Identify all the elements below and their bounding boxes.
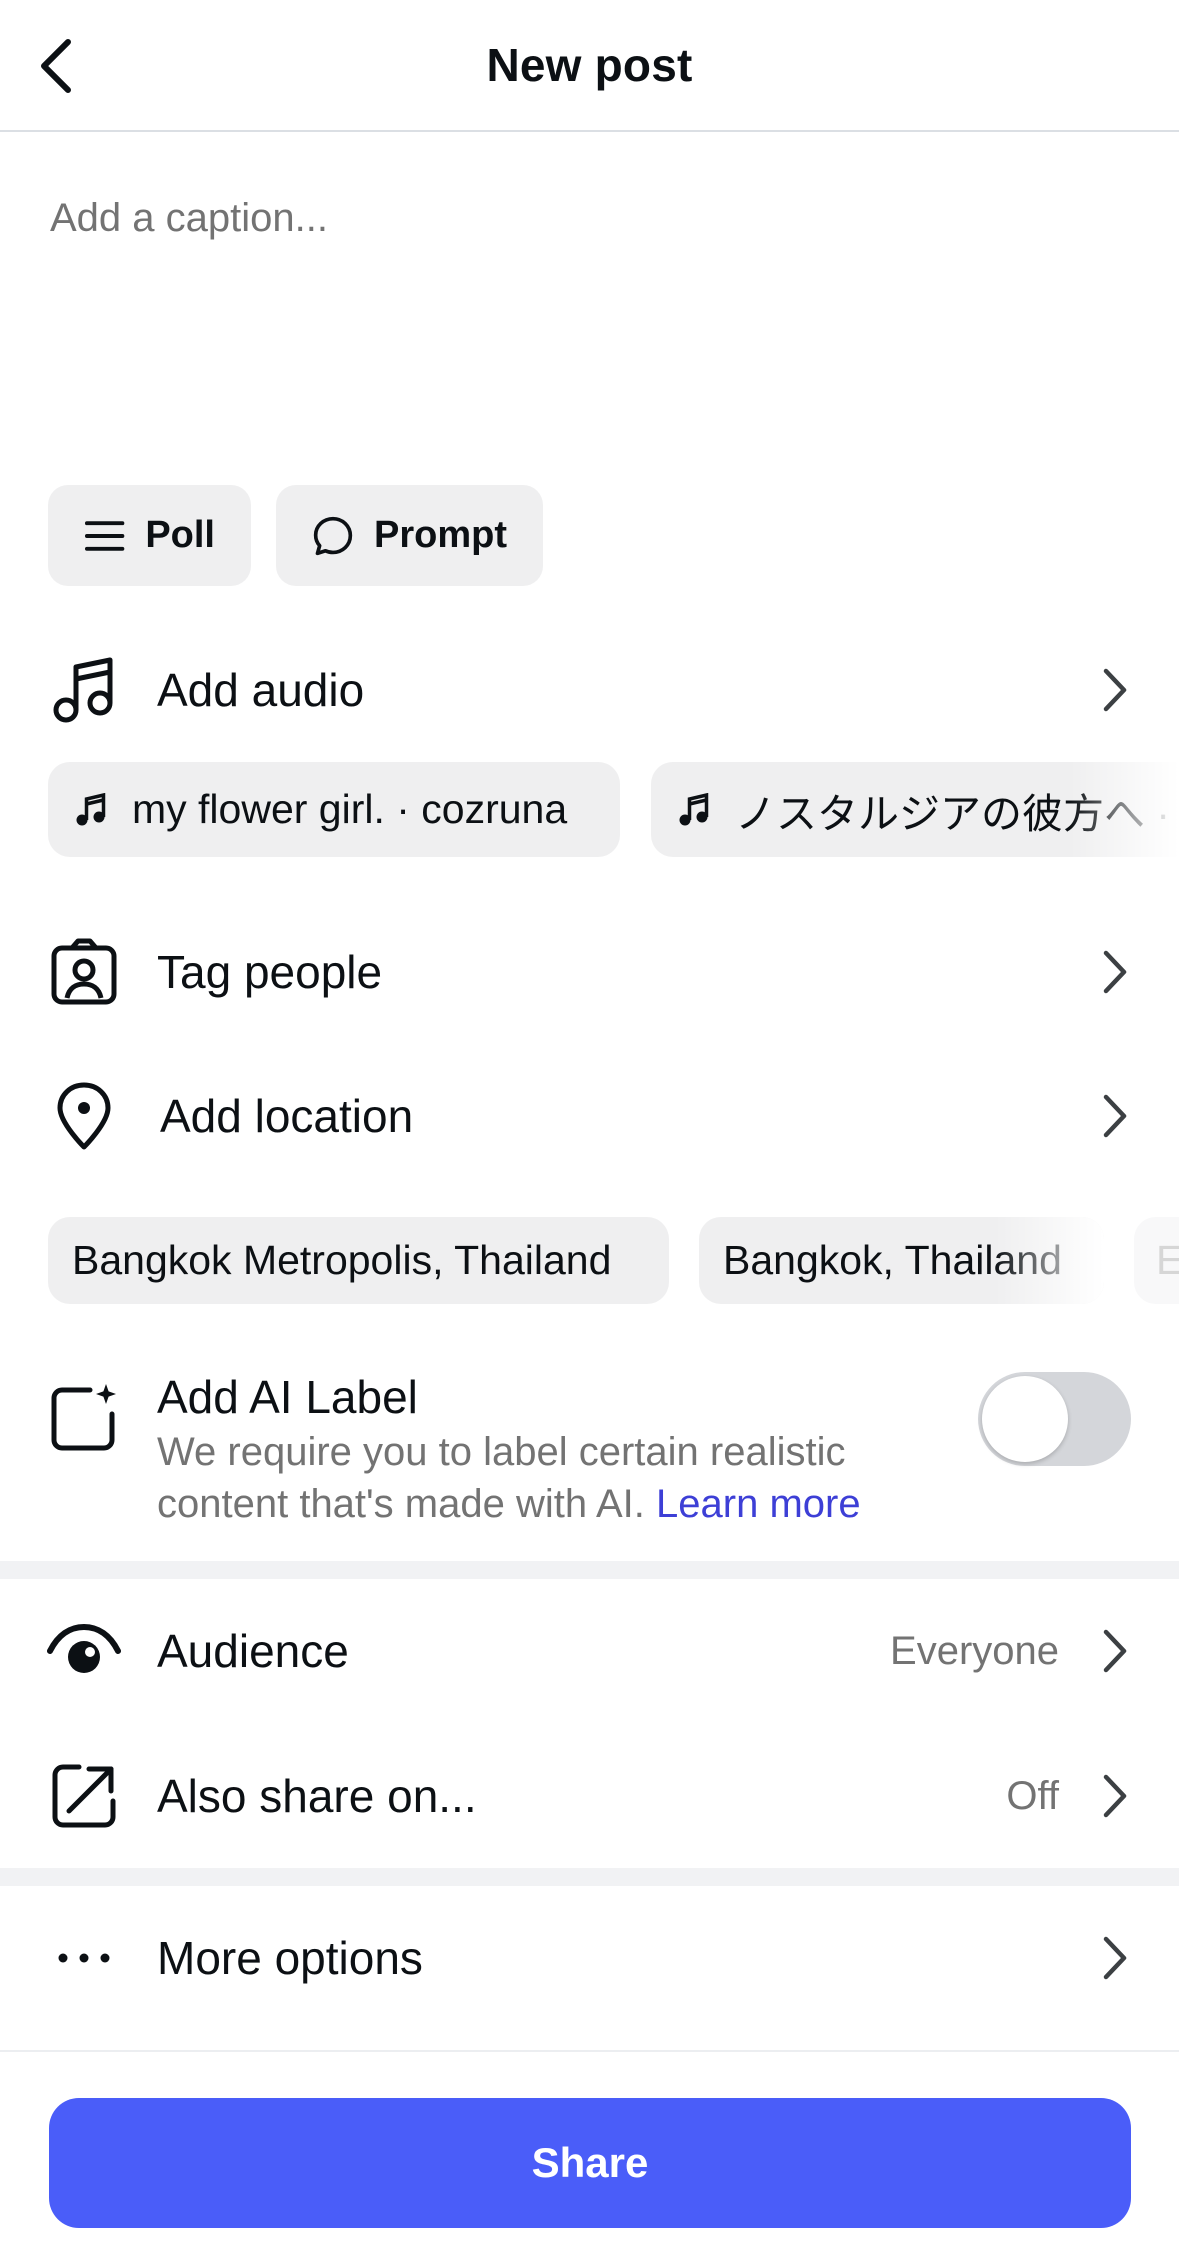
audio-suggestion-label: my flower girl. · cozruna: [132, 786, 568, 832]
location-pin-icon: [46, 1078, 122, 1154]
learn-more-link[interactable]: Learn more: [656, 1482, 861, 1526]
also-share-label: Also share on...: [157, 1770, 477, 1822]
ai-sparkle-icon: [46, 1380, 122, 1456]
list-icon: [84, 520, 125, 551]
music-note-icon: [677, 792, 709, 827]
location-suggestion-label: E: [1156, 1237, 1179, 1283]
section-separator: [0, 1561, 1179, 1579]
audio-suggestion-chip[interactable]: my flower girl. · cozruna: [48, 762, 620, 857]
audience-row[interactable]: Audience Everyone: [0, 1590, 1179, 1712]
more-options-row[interactable]: More options: [0, 1897, 1179, 2019]
poll-button[interactable]: Poll: [48, 485, 251, 586]
more-dots-icon: [46, 1920, 122, 1996]
location-suggestion-chip[interactable]: Bangkok, Thailand: [699, 1217, 1104, 1304]
add-location-row[interactable]: Add location: [0, 1056, 1179, 1176]
header: New post: [0, 0, 1179, 132]
toggle-knob: [982, 1376, 1068, 1462]
add-location-label: Add location: [160, 1090, 414, 1142]
ai-label-title: Add AI Label: [157, 1371, 418, 1423]
music-note-icon: [46, 652, 122, 728]
audio-suggestion-chip[interactable]: ノスタルジアの彼方へ ·: [651, 762, 1179, 857]
location-suggestion-chip[interactable]: E: [1134, 1217, 1179, 1304]
ai-label-toggle[interactable]: [978, 1372, 1131, 1466]
prompt-label: Prompt: [374, 514, 507, 556]
tag-people-row[interactable]: Tag people: [0, 912, 1179, 1032]
audience-label: Audience: [157, 1625, 349, 1677]
section-separator: [0, 1868, 1179, 1886]
music-note-icon: [74, 792, 106, 827]
ai-label-description: We require you to label certain realisti…: [157, 1426, 957, 1530]
also-share-value: Off: [1006, 1773, 1059, 1818]
location-suggestion-label: Bangkok Metropolis, Thailand: [72, 1237, 612, 1283]
prompt-button[interactable]: Prompt: [276, 485, 543, 586]
tag-person-icon: [46, 934, 122, 1010]
location-suggestion-chip[interactable]: Bangkok Metropolis, Thailand: [48, 1217, 669, 1304]
more-options-label: More options: [157, 1932, 423, 1984]
audience-value: Everyone: [890, 1628, 1059, 1673]
share-button[interactable]: Share: [49, 2098, 1131, 2228]
audio-suggestion-label: ノスタルジアの彼方へ ·: [735, 790, 1171, 837]
chevron-right-icon: [1095, 1766, 1135, 1826]
caption-input[interactable]: [50, 196, 1130, 446]
chevron-right-icon: [1095, 660, 1135, 720]
eye-icon: [46, 1613, 122, 1689]
chevron-right-icon: [1095, 942, 1135, 1002]
add-audio-row[interactable]: Add audio: [0, 630, 1179, 750]
chevron-right-icon: [1095, 1086, 1135, 1146]
tag-people-label: Tag people: [157, 946, 383, 998]
location-suggestion-label: Bangkok, Thailand: [723, 1237, 1062, 1283]
poll-label: Poll: [145, 514, 215, 556]
chevron-right-icon: [1095, 1621, 1135, 1681]
footer-divider: [0, 2050, 1179, 2052]
speech-bubble-icon: [313, 516, 353, 555]
also-share-row[interactable]: Also share on... Off: [0, 1735, 1179, 1857]
add-audio-label: Add audio: [157, 664, 365, 716]
share-out-icon: [46, 1758, 122, 1834]
chevron-right-icon: [1095, 1928, 1135, 1988]
page-title: New post: [486, 39, 693, 91]
